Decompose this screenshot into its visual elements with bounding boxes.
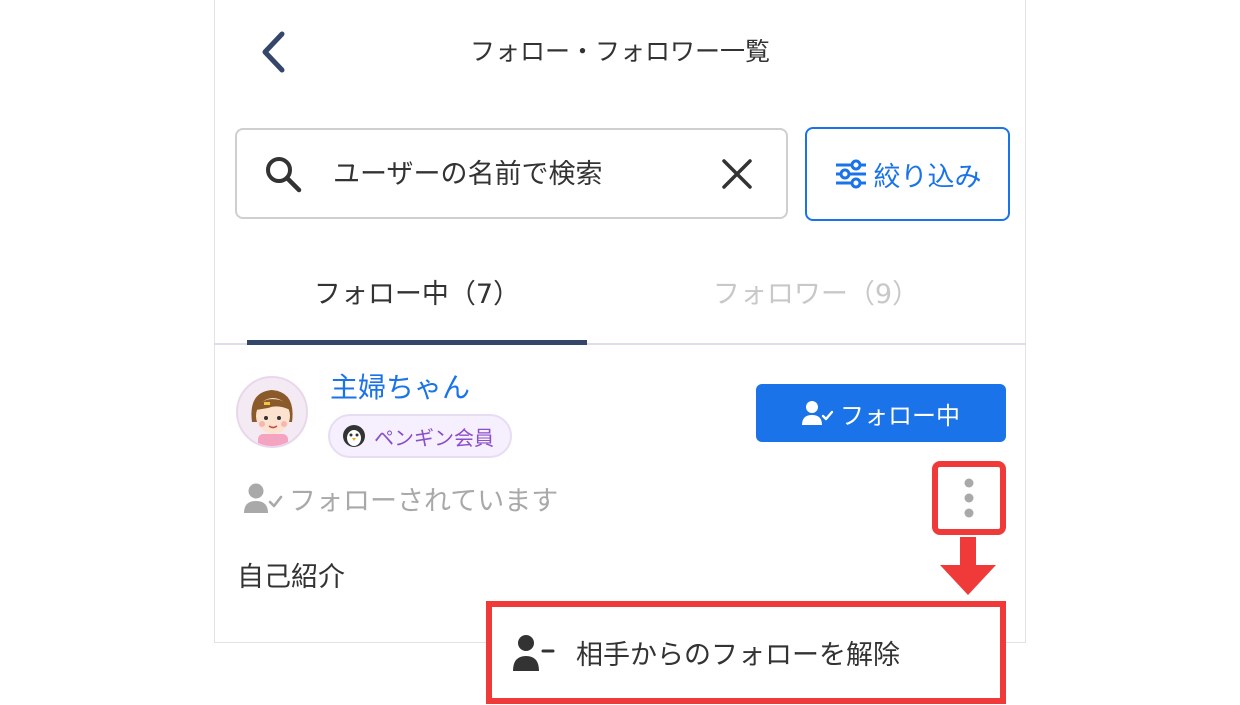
- active-tab-indicator: [247, 340, 587, 345]
- badge-label: ペンギン会員: [374, 425, 494, 450]
- more-options-button[interactable]: [932, 461, 1006, 535]
- search-icon: [266, 157, 302, 193]
- clear-icon[interactable]: [719, 156, 755, 192]
- user-check-icon: [802, 401, 834, 425]
- filter-sliders-icon: [835, 159, 866, 189]
- followed-by-status: フォローされています: [243, 476, 558, 520]
- remove-follower-menu-item[interactable]: 相手からのフォローを解除: [486, 601, 1006, 704]
- penguin-icon: [343, 425, 365, 447]
- search-input[interactable]: [333, 150, 693, 198]
- tab-followers[interactable]: フォロワー（9）: [646, 270, 986, 320]
- follow-list-panel: [214, 0, 1026, 643]
- page-title: フォロー・フォロワー一覧: [469, 37, 770, 66]
- followed-by-text: フォローされています: [289, 485, 559, 517]
- avatar[interactable]: [236, 376, 308, 448]
- more-vertical-icon: [964, 478, 974, 518]
- user-avatar-illustration: [238, 378, 306, 446]
- user-minus-icon: [513, 634, 555, 671]
- search-box[interactable]: [235, 128, 788, 219]
- remove-follower-label: 相手からのフォローを解除: [576, 640, 900, 671]
- tab-following[interactable]: フォロー中（7）: [247, 270, 587, 320]
- following-button-label: フォロー中: [840, 401, 960, 430]
- following-button[interactable]: フォロー中: [756, 384, 1006, 442]
- down-arrow-icon: [940, 537, 996, 595]
- membership-badge: ペンギン会員: [328, 414, 512, 458]
- bio-label: 自己紹介: [237, 562, 345, 593]
- filter-button[interactable]: 絞り込み: [805, 127, 1010, 221]
- filter-label: 絞り込み: [873, 161, 982, 193]
- user-check-icon: [244, 483, 283, 513]
- user-name-link[interactable]: 主婦ちゃん: [330, 366, 470, 410]
